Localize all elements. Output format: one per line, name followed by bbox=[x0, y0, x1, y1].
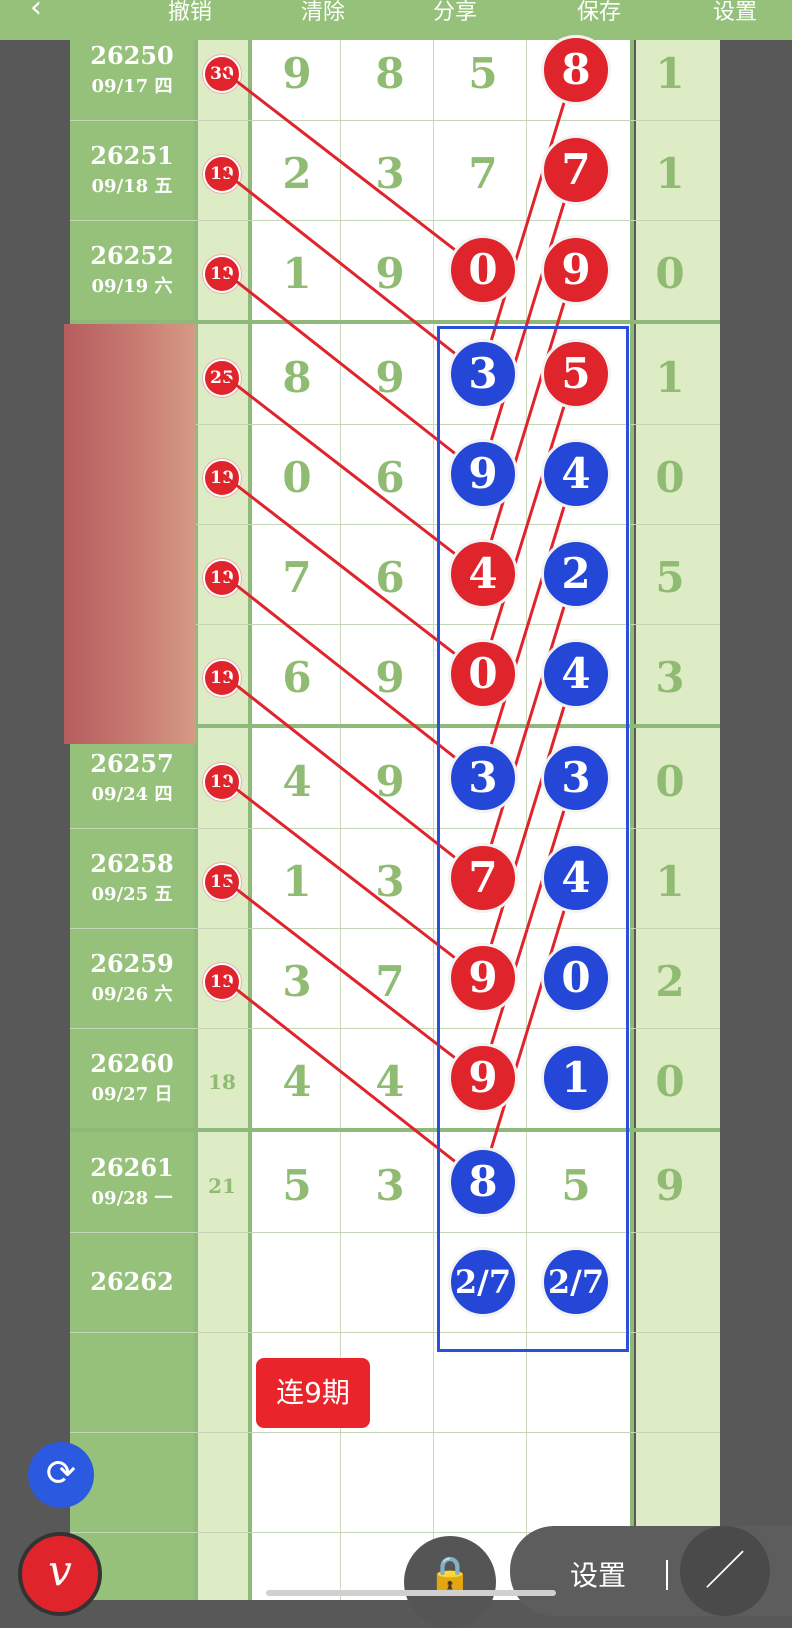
period-number: 26261 bbox=[90, 1153, 174, 1182]
period-date: 09/24 四 bbox=[91, 784, 173, 805]
digit-cell[interactable]: 7 bbox=[345, 932, 435, 1032]
bottom-toolbar: 设置 ／ bbox=[510, 1526, 792, 1616]
digit-ball[interactable]: 7 bbox=[541, 135, 611, 205]
scrollbar[interactable] bbox=[266, 1590, 556, 1596]
digit-ball[interactable]: 9 bbox=[541, 235, 611, 305]
sum-ball[interactable]: 19 bbox=[203, 763, 241, 801]
last-digit-cell: 1 bbox=[655, 857, 685, 906]
period-date: 09/27 日 bbox=[91, 1084, 173, 1105]
grid-hline bbox=[70, 1432, 720, 1433]
streak-badge: 连9期 bbox=[256, 1358, 370, 1428]
refresh-icon[interactable]: ⟳ bbox=[28, 1442, 94, 1508]
last-digit-cell: 1 bbox=[655, 49, 685, 98]
period-number: 26252 bbox=[90, 241, 174, 270]
digit-cell[interactable]: 3 bbox=[345, 832, 435, 932]
last-digit-cell: 0 bbox=[655, 757, 685, 806]
last-digit-cell: 1 bbox=[655, 149, 685, 198]
divider bbox=[666, 1560, 668, 1590]
sum-ball[interactable]: 25 bbox=[203, 359, 241, 397]
digit-cell[interactable]: 9 bbox=[345, 224, 435, 324]
sum-ball[interactable]: 19 bbox=[203, 963, 241, 1001]
period-date: 09/28 一 bbox=[91, 1188, 173, 1209]
sum-value: 21 bbox=[208, 1174, 236, 1198]
sum-ball[interactable]: 19 bbox=[203, 659, 241, 697]
period-date: 09/25 五 bbox=[91, 884, 173, 905]
digit-cell[interactable]: 5 bbox=[252, 1136, 342, 1236]
digit-cell[interactable]: 3 bbox=[345, 1136, 435, 1236]
last-digit-cell: 0 bbox=[655, 453, 685, 502]
sum-ball[interactable]: 30 bbox=[203, 55, 241, 93]
last-digit-cell: 1 bbox=[655, 353, 685, 402]
digit-cell[interactable]: 1 bbox=[252, 832, 342, 932]
digit-cell[interactable]: 5 bbox=[438, 24, 528, 124]
digit-cell[interactable]: 8 bbox=[252, 328, 342, 428]
digit-cell[interactable]: 6 bbox=[252, 628, 342, 728]
digit-cell[interactable]: 6 bbox=[345, 528, 435, 628]
period-cell: 26251 09/18 五 bbox=[70, 142, 194, 198]
save-button[interactable]: 保存 bbox=[564, 0, 634, 40]
period-date: 09/18 五 bbox=[91, 176, 173, 197]
period-number: 26259 bbox=[90, 949, 174, 978]
digit-cell[interactable]: 9 bbox=[345, 732, 435, 832]
bottom-settings-button[interactable]: 设置 bbox=[570, 1554, 626, 1594]
period-number: 26250 bbox=[90, 41, 174, 70]
period-cell: 26258 09/25 五 bbox=[70, 850, 194, 906]
selection-frame bbox=[437, 326, 629, 1352]
sum-value: 18 bbox=[208, 1070, 236, 1094]
digit-cell[interactable]: 7 bbox=[438, 124, 528, 224]
digit-cell[interactable]: 4 bbox=[252, 732, 342, 832]
lock-icon[interactable]: 🔒 bbox=[404, 1536, 496, 1628]
period-number: 26260 bbox=[90, 1049, 174, 1078]
period-cell: 26250 09/17 四 bbox=[70, 42, 194, 98]
digit-cell[interactable]: 9 bbox=[345, 328, 435, 428]
digit-cell[interactable]: 4 bbox=[252, 1032, 342, 1132]
blurred-region bbox=[64, 324, 196, 744]
digit-cell[interactable]: 9 bbox=[345, 628, 435, 728]
period-number: 26258 bbox=[90, 849, 174, 878]
period-cell: 26262 bbox=[70, 1268, 194, 1296]
period-date: 09/26 六 bbox=[91, 984, 173, 1005]
pen-icon[interactable]: v bbox=[18, 1532, 102, 1616]
last-digit-cell: 9 bbox=[655, 1161, 685, 1210]
digit-cell[interactable]: 4 bbox=[345, 1032, 435, 1132]
period-cell: 26259 09/26 六 bbox=[70, 950, 194, 1006]
sum-ball[interactable]: 19 bbox=[203, 155, 241, 193]
period-number: 26251 bbox=[90, 141, 174, 170]
digit-cell[interactable]: 1 bbox=[252, 224, 342, 324]
digit-cell[interactable]: 3 bbox=[345, 124, 435, 224]
last-digit-cell: 0 bbox=[655, 1057, 685, 1106]
digit-cell[interactable]: 3 bbox=[252, 932, 342, 1032]
last-digit-cell: 5 bbox=[655, 553, 685, 602]
sum-ball[interactable]: 19 bbox=[203, 559, 241, 597]
digit-cell[interactable]: 6 bbox=[345, 428, 435, 528]
line-draw-icon[interactable]: ／ bbox=[680, 1526, 770, 1616]
digit-cell[interactable]: 0 bbox=[252, 428, 342, 528]
period-cell: 26257 09/24 四 bbox=[70, 750, 194, 806]
lottery-trend-chart: ‹ 撤销 清除 分享 保存 设置 26250 09/17 四 30 9 8 5 1 26251… bbox=[0, 0, 792, 1628]
period-number: 26262 bbox=[90, 1267, 174, 1296]
sum-ball[interactable]: 19 bbox=[203, 459, 241, 497]
period-cell: 26261 09/28 一 bbox=[70, 1154, 194, 1210]
chevron-left-icon[interactable]: ‹ bbox=[30, 0, 42, 25]
last-digit-cell: 0 bbox=[655, 249, 685, 298]
period-cell: 26252 09/19 六 bbox=[70, 242, 194, 298]
digit-cell[interactable]: 9 bbox=[252, 24, 342, 124]
digit-cell[interactable]: 2 bbox=[252, 124, 342, 224]
digit-ball[interactable]: 8 bbox=[541, 35, 611, 105]
sum-ball[interactable]: 19 bbox=[203, 255, 241, 293]
digit-cell[interactable]: 8 bbox=[345, 24, 435, 124]
sum-ball[interactable]: 15 bbox=[203, 863, 241, 901]
period-date: 09/19 六 bbox=[91, 276, 173, 297]
digit-ball[interactable]: 0 bbox=[448, 235, 518, 305]
period-number: 26257 bbox=[90, 749, 174, 778]
last-digit-cell: 2 bbox=[655, 957, 685, 1006]
digit-cell[interactable]: 7 bbox=[252, 528, 342, 628]
undo-button[interactable]: 撤销 bbox=[155, 0, 225, 40]
grid-vline-thick bbox=[194, 40, 198, 1600]
last-digit-cell: 3 bbox=[655, 653, 685, 702]
period-cell: 26260 09/27 日 bbox=[70, 1050, 194, 1106]
period-date: 09/17 四 bbox=[91, 76, 173, 97]
